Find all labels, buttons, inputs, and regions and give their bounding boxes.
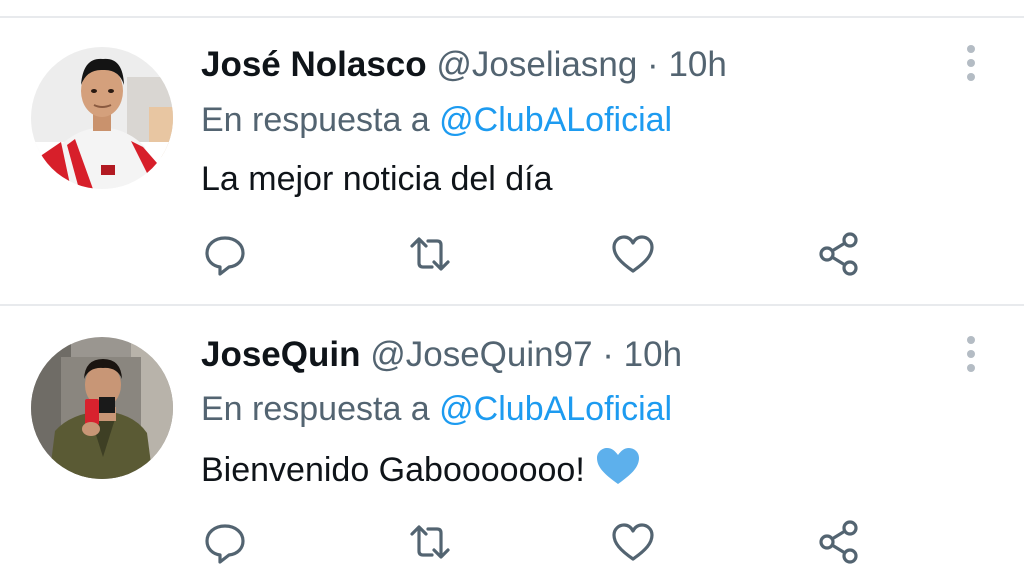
like-icon[interactable] <box>608 517 658 567</box>
avatar[interactable] <box>31 337 173 479</box>
separator-dot: · <box>602 335 614 374</box>
user-handle[interactable]: @Joseliasng <box>436 45 637 84</box>
avatar[interactable] <box>31 47 173 189</box>
share-icon[interactable] <box>814 517 864 567</box>
tweet-feed: José Nolasco @Joseliasng · 10h En respue… <box>0 0 1024 588</box>
reply-prefix: En respuesta a <box>201 101 430 139</box>
blue-heart-icon <box>595 446 641 498</box>
tweet[interactable]: José Nolasco @Joseliasng · 10h En respue… <box>0 18 1024 304</box>
more-options-icon[interactable] <box>961 43 981 83</box>
display-name[interactable]: José Nolasco <box>201 45 427 84</box>
reply-prefix: En respuesta a <box>201 390 430 428</box>
tweet-header: JoseQuin @JoseQuin97 · 10h <box>201 330 682 380</box>
avatar-photo <box>31 337 173 479</box>
share-icon[interactable] <box>814 229 864 279</box>
reply-mention-link[interactable]: @ClubALoficial <box>439 101 672 139</box>
display-name[interactable]: JoseQuin <box>201 335 360 374</box>
timestamp[interactable]: 10h <box>668 45 726 84</box>
tweet[interactable]: JoseQuin @JoseQuin97 · 10h En respuesta … <box>0 306 1024 588</box>
separator-dot: · <box>647 45 659 84</box>
tweet-text-row: Bienvenido Gabooooooo! <box>201 446 641 492</box>
reply-icon[interactable] <box>200 517 250 567</box>
reply-mention-link[interactable]: @ClubALoficial <box>439 390 672 428</box>
tweet-text: La mejor noticia del día <box>201 160 553 198</box>
retweet-icon[interactable] <box>405 517 455 567</box>
reply-icon[interactable] <box>200 229 250 279</box>
user-handle[interactable]: @JoseQuin97 <box>370 335 592 374</box>
timestamp[interactable]: 10h <box>624 335 682 374</box>
reply-context: En respuesta a @ClubALoficial <box>201 387 672 431</box>
avatar-photo <box>31 47 173 189</box>
tweet-header: José Nolasco @Joseliasng · 10h <box>201 40 727 90</box>
tweet-text: Bienvenido Gabooooooo! <box>201 450 585 489</box>
like-icon[interactable] <box>608 229 658 279</box>
more-options-icon[interactable] <box>961 334 981 374</box>
reply-context: En respuesta a @ClubALoficial <box>201 98 672 142</box>
retweet-icon[interactable] <box>405 229 455 279</box>
